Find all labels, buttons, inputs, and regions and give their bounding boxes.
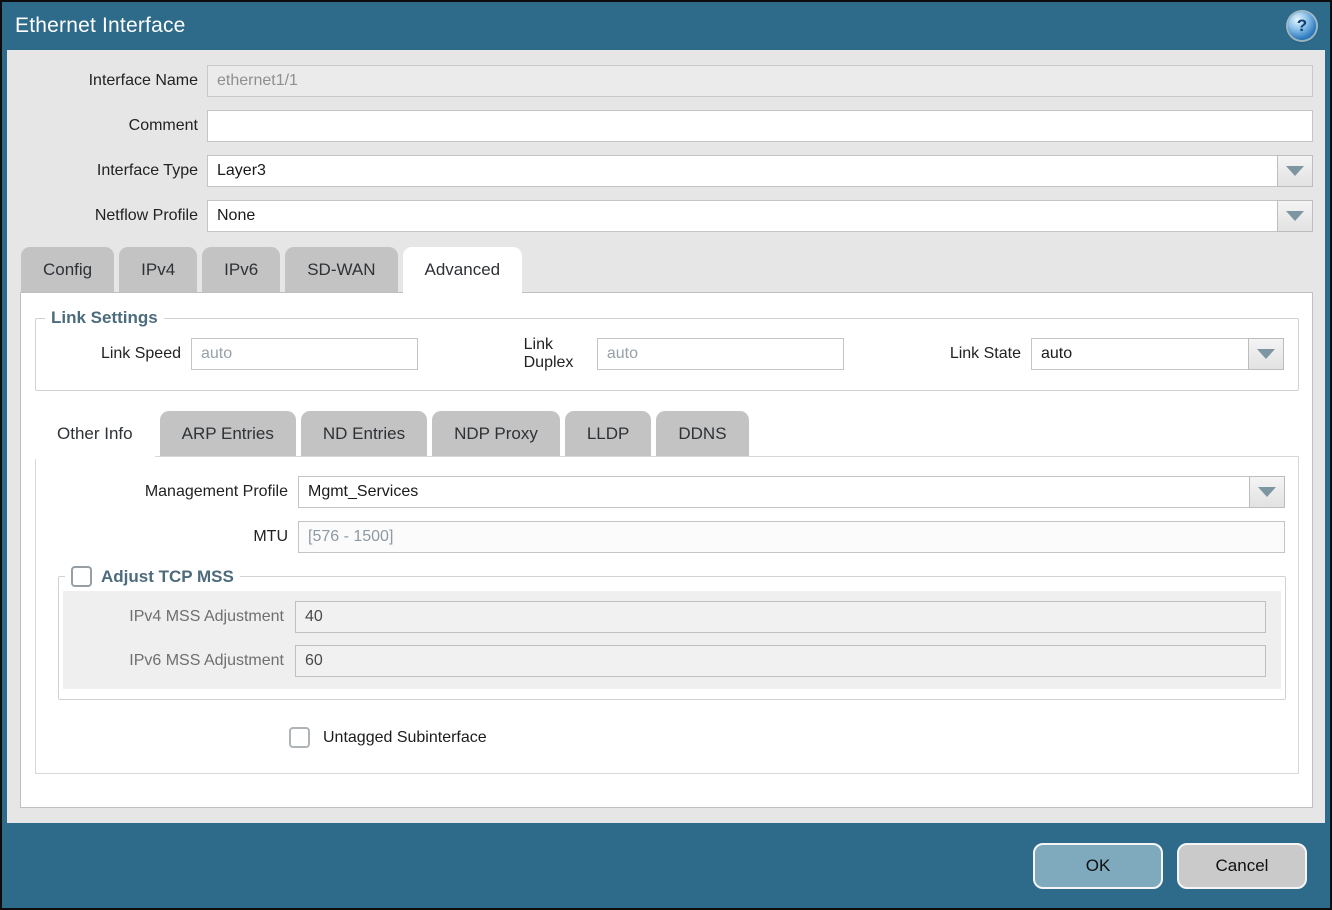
netflow-profile-value[interactable] xyxy=(207,200,1277,232)
tab-nd-entries[interactable]: ND Entries xyxy=(301,411,427,456)
ipv6-mss-row: IPv6 MSS Adjustment xyxy=(63,645,1281,677)
chevron-down-icon xyxy=(1257,349,1275,359)
management-profile-dropdown-button[interactable] xyxy=(1249,476,1285,508)
adjust-tcp-mss-fieldset: Adjust TCP MSS IPv4 MSS Adjustment IPv6 … xyxy=(58,566,1286,700)
management-profile-dropdown[interactable] xyxy=(298,476,1285,508)
untagged-subinterface-row: Untagged Subinterface xyxy=(289,727,1298,748)
tab-ipv4[interactable]: IPv4 xyxy=(119,247,197,292)
interface-name-field xyxy=(207,65,1313,97)
advanced-tab-panel: Link Settings Link Speed Link Duplex Lin… xyxy=(20,292,1313,808)
ipv4-mss-field xyxy=(295,601,1266,633)
dialog-body: Interface Name Comment Interface Type Ne… xyxy=(7,50,1325,823)
interface-type-row: Interface Type xyxy=(7,155,1313,187)
interface-type-dropdown-button[interactable] xyxy=(1277,155,1313,187)
interface-name-row: Interface Name xyxy=(7,65,1313,97)
dialog-titlebar: Ethernet Interface ? xyxy=(2,2,1330,50)
tab-lldp[interactable]: LLDP xyxy=(565,411,652,456)
link-duplex-label: Link Duplex xyxy=(524,336,597,372)
interface-type-label: Interface Type xyxy=(7,162,207,180)
netflow-profile-row: Netflow Profile xyxy=(7,200,1313,232)
tab-advanced[interactable]: Advanced xyxy=(403,247,523,295)
ok-button[interactable]: OK xyxy=(1033,843,1163,889)
management-profile-value[interactable] xyxy=(298,476,1249,508)
mtu-label: MTU xyxy=(36,528,298,546)
untagged-subinterface-checkbox[interactable] xyxy=(289,727,310,748)
link-state-dropdown[interactable] xyxy=(1031,338,1284,370)
ipv4-mss-label: IPv4 MSS Adjustment xyxy=(63,608,295,626)
comment-row: Comment xyxy=(7,110,1313,142)
help-icon[interactable]: ? xyxy=(1288,12,1316,40)
ipv6-mss-field xyxy=(295,645,1266,677)
comment-field[interactable] xyxy=(207,110,1313,142)
tab-other-info[interactable]: Other Info xyxy=(35,411,155,459)
adjust-tcp-mss-legend-text: Adjust TCP MSS xyxy=(101,567,234,587)
interface-type-dropdown[interactable] xyxy=(207,155,1313,187)
ipv4-mss-row: IPv4 MSS Adjustment xyxy=(63,601,1281,633)
link-settings-legend: Link Settings xyxy=(45,308,164,328)
mtu-row: MTU xyxy=(36,521,1298,553)
untagged-subinterface-label: Untagged Subinterface xyxy=(323,729,487,747)
tab-ddns[interactable]: DDNS xyxy=(656,411,748,456)
ethernet-interface-dialog: Ethernet Interface ? Interface Name Comm… xyxy=(0,0,1332,910)
tab-sdwan[interactable]: SD-WAN xyxy=(285,247,397,292)
netflow-profile-dropdown[interactable] xyxy=(207,200,1313,232)
link-state-dropdown-button[interactable] xyxy=(1248,338,1284,370)
management-profile-label: Management Profile xyxy=(36,483,298,501)
link-speed-label: Link Speed xyxy=(36,345,191,363)
cancel-button[interactable]: Cancel xyxy=(1177,843,1307,889)
chevron-down-icon xyxy=(1286,166,1304,176)
dialog-footer: OK Cancel xyxy=(2,823,1330,908)
ipv6-mss-label: IPv6 MSS Adjustment xyxy=(63,652,295,670)
tab-config[interactable]: Config xyxy=(21,247,114,292)
link-settings-fieldset: Link Settings Link Speed Link Duplex Lin… xyxy=(35,308,1299,391)
link-state-label: Link State xyxy=(950,345,1031,363)
other-info-panel: Management Profile MTU xyxy=(35,456,1299,774)
link-speed-field[interactable] xyxy=(191,338,418,370)
netflow-profile-dropdown-button[interactable] xyxy=(1277,200,1313,232)
dialog-title: Ethernet Interface xyxy=(15,14,186,38)
tab-ndp-proxy[interactable]: NDP Proxy xyxy=(432,411,560,456)
chevron-down-icon xyxy=(1286,211,1304,221)
tab-ipv6[interactable]: IPv6 xyxy=(202,247,280,292)
netflow-profile-label: Netflow Profile xyxy=(7,207,207,225)
interface-name-label: Interface Name xyxy=(7,72,207,90)
main-tabs: Config IPv4 IPv6 SD-WAN Advanced xyxy=(21,247,1313,292)
inner-tabs: Other Info ARP Entries ND Entries NDP Pr… xyxy=(35,411,1299,456)
comment-label: Comment xyxy=(7,117,207,135)
adjust-tcp-mss-legend: Adjust TCP MSS xyxy=(65,566,240,587)
link-duplex-field[interactable] xyxy=(597,338,844,370)
mtu-field[interactable] xyxy=(298,521,1285,553)
chevron-down-icon xyxy=(1258,487,1276,497)
management-profile-row: Management Profile xyxy=(36,476,1298,508)
tab-arp-entries[interactable]: ARP Entries xyxy=(160,411,296,456)
mss-disabled-panel: IPv4 MSS Adjustment IPv6 MSS Adjustment xyxy=(63,591,1281,689)
interface-type-value[interactable] xyxy=(207,155,1277,187)
link-state-value[interactable] xyxy=(1031,338,1248,370)
adjust-tcp-mss-checkbox[interactable] xyxy=(71,566,92,587)
